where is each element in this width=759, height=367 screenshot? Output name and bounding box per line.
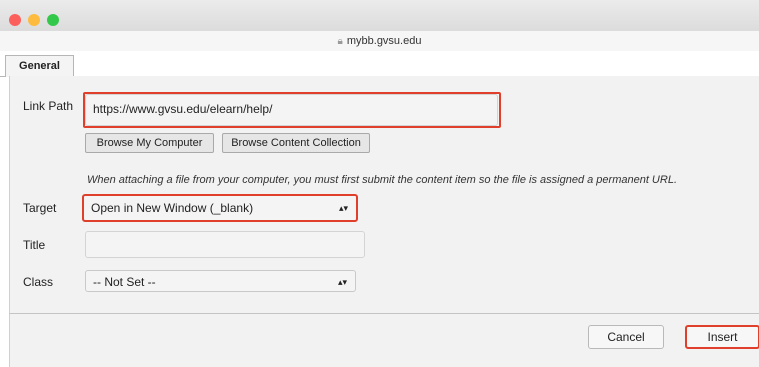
link-path-highlight bbox=[83, 92, 501, 128]
url-text: mybb.gvsu.edu bbox=[346, 35, 422, 47]
cancel-button[interactable]: Cancel bbox=[588, 325, 664, 349]
target-label: Target bbox=[23, 201, 57, 215]
browse-my-computer-button[interactable]: Browse My Computer bbox=[85, 133, 214, 153]
dialog-footer: Cancel Insert bbox=[9, 313, 759, 367]
tab-general[interactable]: General bbox=[5, 55, 74, 77]
window-titlebar bbox=[0, 0, 759, 31]
class-label: Class bbox=[23, 275, 54, 289]
insert-button[interactable]: Insert bbox=[685, 325, 759, 349]
select-arrows-icon: ▴▾ bbox=[338, 203, 348, 213]
target-select[interactable]: Open in New Window (_blank) ▴▾ bbox=[82, 194, 358, 222]
minimize-window-button[interactable] bbox=[28, 14, 40, 26]
close-window-button[interactable] bbox=[9, 14, 21, 26]
title-input[interactable] bbox=[85, 231, 365, 258]
tab-strip: General bbox=[0, 51, 759, 77]
form-panel: Link Path https://www.gvsu.edu/elearn/he… bbox=[9, 76, 759, 313]
select-arrows-icon: ▴▾ bbox=[337, 277, 347, 287]
zoom-window-button[interactable] bbox=[47, 14, 59, 26]
class-select[interactable]: -- Not Set -- ▴▾ bbox=[85, 270, 356, 292]
browse-content-collection-button[interactable]: Browse Content Collection bbox=[222, 133, 370, 153]
attach-file-note: When attaching a file from your computer… bbox=[87, 174, 677, 186]
lock-icon: 🔒︎ bbox=[337, 36, 343, 47]
url-bar[interactable]: 🔒︎ mybb.gvsu.edu bbox=[0, 31, 759, 52]
target-selected-value: Open in New Window (_blank) bbox=[91, 201, 254, 215]
class-selected-value: -- Not Set -- bbox=[93, 275, 156, 289]
link-path-label: Link Path bbox=[23, 99, 74, 113]
title-label: Title bbox=[23, 238, 46, 252]
